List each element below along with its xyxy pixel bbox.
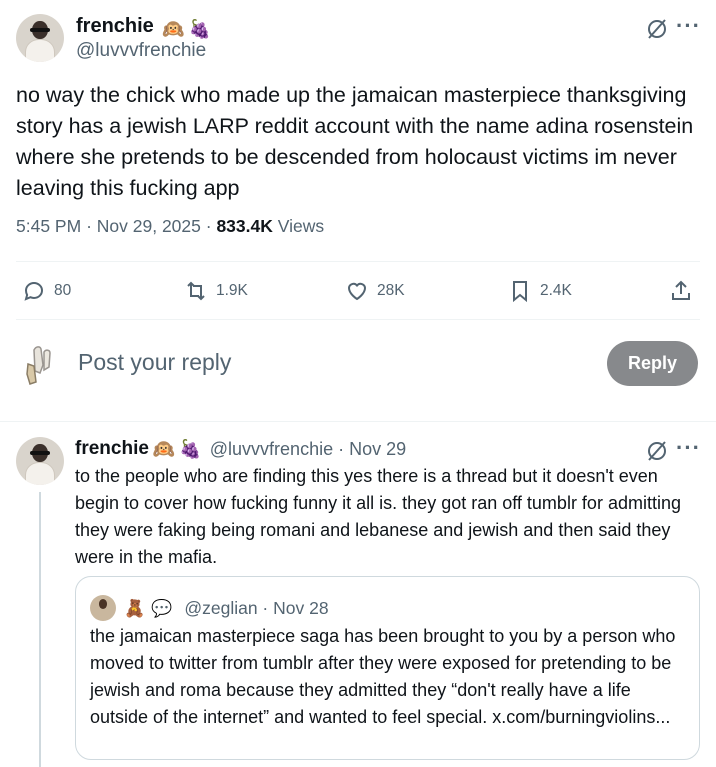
monkey-emoji: 🙉 <box>152 439 176 459</box>
current-user-avatar <box>20 342 60 386</box>
teddy-bear-emoji: 🧸 <box>124 598 146 618</box>
reply-button[interactable]: Reply <box>607 341 698 386</box>
divider <box>16 261 700 262</box>
more-options-icon[interactable]: ··· <box>676 13 701 39</box>
speech-bubble-emoji: 💬 <box>151 598 173 618</box>
tweet-time[interactable]: 5:45 PM <box>16 216 81 236</box>
tweet-text: no way the chick who made up the jamaica… <box>16 83 694 200</box>
reply-count: 80 <box>54 282 72 299</box>
reply-header: frenchie 🙉 🍇 @luvvvfrenchie · Nov 29 <box>75 438 406 460</box>
grapes-emoji: 🍇 <box>188 19 212 39</box>
bookmark-icon <box>513 281 527 303</box>
quoted-text: the jamaican masterpiece saga has been b… <box>90 626 676 727</box>
tweet-date[interactable]: Nov 29, 2025 <box>97 216 201 236</box>
reply-input[interactable]: Post your reply <box>78 349 231 376</box>
thread-line <box>39 492 41 767</box>
repost-action[interactable]: 1.9K <box>184 279 248 303</box>
reply-author-avatar[interactable] <box>16 437 64 485</box>
grok-icon[interactable] <box>644 438 670 464</box>
heart-icon <box>347 282 367 301</box>
quoted-author-avatar <box>90 595 116 621</box>
author-name[interactable]: frenchie 🙉 🍇 <box>76 15 211 38</box>
reply-action[interactable]: 80 <box>22 279 71 303</box>
reply-display-name[interactable]: frenchie <box>75 438 149 460</box>
quoted-tweet[interactable]: 🧸 💬 @zeglian · Nov 28 the jamaican maste… <box>75 576 700 760</box>
quoted-header: 🧸 💬 @zeglian · Nov 28 <box>90 595 329 621</box>
author-handle[interactable]: @luvvvfrenchie <box>76 40 206 62</box>
views-label: Views <box>277 216 325 236</box>
meta-separator: · <box>86 216 92 236</box>
grok-icon[interactable] <box>644 16 670 42</box>
quoted-handle-date: @zeglian · Nov 28 <box>184 597 329 618</box>
section-divider <box>0 421 716 422</box>
author-avatar[interactable] <box>16 14 64 62</box>
reply-icon <box>24 281 44 301</box>
grapes-emoji: 🍇 <box>179 439 202 459</box>
views-count: 833.4K <box>216 216 273 236</box>
bookmark-action[interactable]: 2.4K <box>508 279 572 303</box>
share-icon <box>672 280 690 300</box>
reply-text: to the people who are finding this yes t… <box>75 466 681 567</box>
repost-count: 1.9K <box>216 282 248 299</box>
more-options-icon[interactable]: ··· <box>676 435 701 461</box>
like-count: 28K <box>377 282 405 299</box>
reply-handle-date[interactable]: @luvvvfrenchie · Nov 29 <box>210 439 406 460</box>
tweet-meta: 5:45 PM · Nov 29, 2025 · 833.4K Views <box>16 216 324 237</box>
display-name[interactable]: frenchie <box>76 15 154 37</box>
bookmark-count: 2.4K <box>540 282 572 299</box>
monkey-emoji: 🙉 <box>162 19 185 39</box>
repost-icon <box>187 281 205 301</box>
divider <box>16 319 700 320</box>
share-action[interactable] <box>669 279 693 303</box>
like-action[interactable]: 28K <box>345 279 405 303</box>
meta-separator: · <box>205 216 212 236</box>
